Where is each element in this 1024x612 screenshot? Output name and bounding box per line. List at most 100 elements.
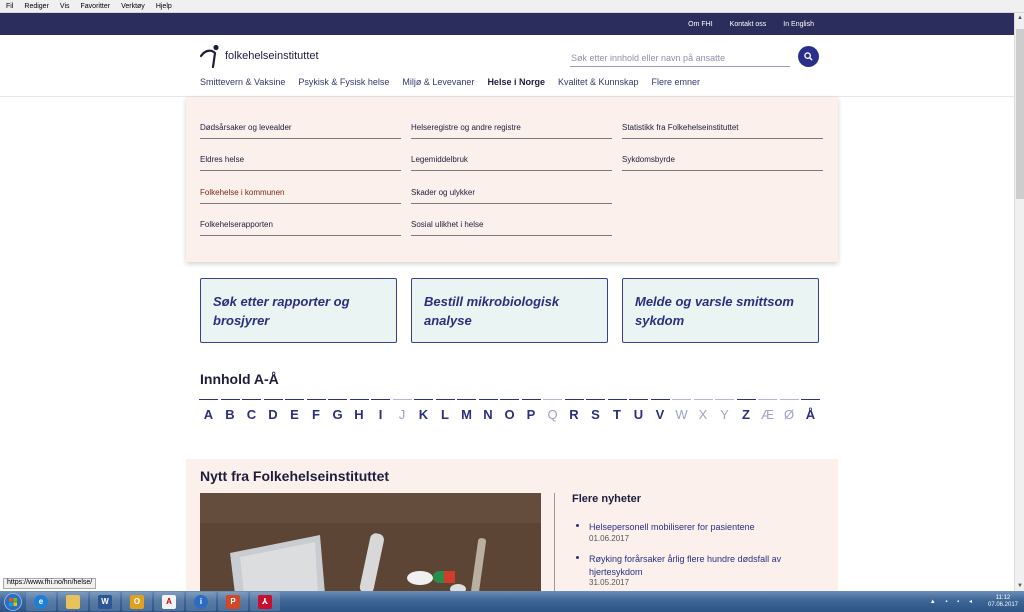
word-icon: W xyxy=(98,594,112,609)
mega-link[interactable]: Dødsårsaker og levealder xyxy=(200,123,401,139)
az-letter: J xyxy=(392,399,412,429)
taskbar: e W O A i P ⅄ ▲ ▪ ▪ ◂ 11:12 07.06.2017 xyxy=(0,591,1024,612)
az-letter[interactable]: H xyxy=(349,399,369,429)
az-letter[interactable]: R xyxy=(564,399,584,429)
page-scrollbar[interactable]: ▲ ▼ xyxy=(1014,13,1024,591)
taskbar-outlook[interactable]: O xyxy=(122,592,152,611)
az-letter[interactable]: Å xyxy=(801,399,820,429)
nav-psykisk[interactable]: Psykisk & Fysisk helse xyxy=(298,77,389,87)
az-letter[interactable]: P xyxy=(521,399,541,429)
menu-favoritter[interactable]: Favoritter xyxy=(81,3,111,10)
az-letter[interactable]: T xyxy=(607,399,627,429)
az-letter[interactable]: L xyxy=(435,399,455,429)
news-image[interactable] xyxy=(200,493,541,594)
az-letter[interactable]: I xyxy=(371,399,390,429)
clock[interactable]: 11:12 07.06.2017 xyxy=(982,595,1024,609)
mega-menu xyxy=(186,97,838,262)
windows-logo-icon xyxy=(4,592,22,611)
folder-icon xyxy=(66,594,80,609)
news-item-title[interactable]: Helsepersonell mobiliserer for pasienten… xyxy=(589,521,809,534)
mega-link[interactable]: Sykdomsbyrde xyxy=(622,155,823,171)
az-letter[interactable]: C xyxy=(242,399,261,429)
taskbar-word[interactable]: W xyxy=(90,592,120,611)
az-letter: Ø xyxy=(779,399,799,429)
news-title: Nytt fra Folkehelseinstituttet xyxy=(200,468,390,484)
mega-link[interactable]: Statistikk fra Folkehelseinstituttet xyxy=(622,123,823,139)
clock-time: 11:12 xyxy=(995,594,1011,601)
nav-kvalitet[interactable]: Kvalitet & Kunnskap xyxy=(558,77,639,87)
pdf-icon: ⅄ xyxy=(258,594,272,609)
scroll-up-icon[interactable]: ▲ xyxy=(1017,15,1023,21)
outlook-icon: O xyxy=(130,594,144,609)
nav-smittevern[interactable]: Smittevern & Vaksine xyxy=(200,77,285,87)
mega-link[interactable]: Helseregistre og andre registre xyxy=(411,123,612,139)
mega-link[interactable]: Folkehelse i kommunen xyxy=(200,188,401,204)
scrollbar-thumb[interactable] xyxy=(1016,29,1024,199)
card-report-disease[interactable]: Melde og varsle smittsom sykdom xyxy=(622,278,819,343)
menu-rediger[interactable]: Rediger xyxy=(24,3,49,10)
az-title: Innhold A-Å xyxy=(200,371,279,387)
pills-photo xyxy=(200,493,541,594)
tray-icons[interactable]: ▲ ▪ ▪ ◂ xyxy=(930,598,976,605)
az-letter[interactable]: A xyxy=(199,399,218,429)
status-url: https://www.fhi.no/hn/helse/ xyxy=(3,578,97,589)
news-item-title[interactable]: Røyking forårsaker årlig flere hundre dø… xyxy=(589,553,809,579)
taskbar-pdf[interactable]: ⅄ xyxy=(250,592,280,611)
search-input[interactable] xyxy=(570,50,790,67)
menu-verktoy[interactable]: Verktøy xyxy=(121,3,145,10)
fhi-logo-icon xyxy=(200,44,219,68)
az-letter[interactable]: N xyxy=(478,399,498,429)
mega-link[interactable]: Sosial ulikhet i helse xyxy=(411,220,612,236)
az-letter: W xyxy=(672,399,691,429)
taskbar-acrobat[interactable]: A xyxy=(154,592,184,611)
mega-link[interactable]: Skader og ulykker xyxy=(411,188,612,204)
card-reports[interactable]: Søk etter rapporter og brosjyrer xyxy=(200,278,397,343)
start-button[interactable] xyxy=(0,592,26,612)
system-tray: ▲ ▪ ▪ ◂ 11:12 07.06.2017 xyxy=(930,591,1024,612)
az-letter: Y xyxy=(715,399,734,429)
link-om-fhi[interactable]: Om FHI xyxy=(688,21,713,28)
az-letter[interactable]: S xyxy=(586,399,605,429)
powerpoint-icon: P xyxy=(226,594,240,609)
news-item-date: 01.06.2017 xyxy=(589,534,630,543)
link-in-english[interactable]: In English xyxy=(783,21,814,28)
menu-fil[interactable]: Fil xyxy=(6,3,13,10)
card-order-analysis[interactable]: Bestill mikrobiologisk analyse xyxy=(411,278,608,343)
az-index: ABCDEFGHIJKLMNOPQRSTUVWXYZÆØÅ xyxy=(199,399,823,429)
az-letter[interactable]: B xyxy=(220,399,240,429)
taskbar-powerpoint[interactable]: P xyxy=(218,592,248,611)
nav-flere-emner[interactable]: Flere emner xyxy=(652,77,701,87)
az-letter[interactable]: G xyxy=(328,399,347,429)
az-letter[interactable]: E xyxy=(285,399,304,429)
az-letter[interactable]: F xyxy=(306,399,326,429)
acrobat-icon: A xyxy=(162,594,176,609)
az-letter[interactable]: V xyxy=(650,399,670,429)
az-letter[interactable]: M xyxy=(457,399,476,429)
more-news-title: Flere nyheter xyxy=(572,493,642,505)
utility-bar: Om FHI Kontakt oss In English xyxy=(0,13,1014,35)
site-logo[interactable]: folkehelseinstituttet xyxy=(200,44,319,68)
bullet-icon xyxy=(576,556,579,559)
mega-link[interactable]: Eldres helse xyxy=(200,155,401,171)
bullet-icon xyxy=(576,524,579,527)
az-letter[interactable]: D xyxy=(263,399,283,429)
az-letter[interactable]: U xyxy=(629,399,648,429)
mega-link[interactable]: Folkehelserapporten xyxy=(200,220,401,236)
nav-helse-i-norge[interactable]: Helse i Norge xyxy=(487,77,545,87)
az-letter[interactable]: K xyxy=(414,399,433,429)
az-letter[interactable]: O xyxy=(500,399,519,429)
az-letter: X xyxy=(693,399,713,429)
link-kontakt-oss[interactable]: Kontakt oss xyxy=(730,21,767,28)
taskbar-ie[interactable]: e xyxy=(26,592,56,611)
az-letter: Q xyxy=(543,399,562,429)
taskbar-citrix[interactable]: i xyxy=(186,592,216,611)
menu-hjelp[interactable]: Hjelp xyxy=(156,3,172,10)
mega-link[interactable]: Legemiddelbruk xyxy=(411,155,612,171)
nav-miljo[interactable]: Miljø & Levevaner xyxy=(402,77,474,87)
ie-icon: e xyxy=(34,594,48,609)
menu-vis[interactable]: Vis xyxy=(60,3,70,10)
taskbar-explorer[interactable] xyxy=(58,592,88,611)
search-button[interactable] xyxy=(798,46,819,67)
scroll-down-icon[interactable]: ▼ xyxy=(1017,583,1023,589)
az-letter[interactable]: Z xyxy=(736,399,756,429)
